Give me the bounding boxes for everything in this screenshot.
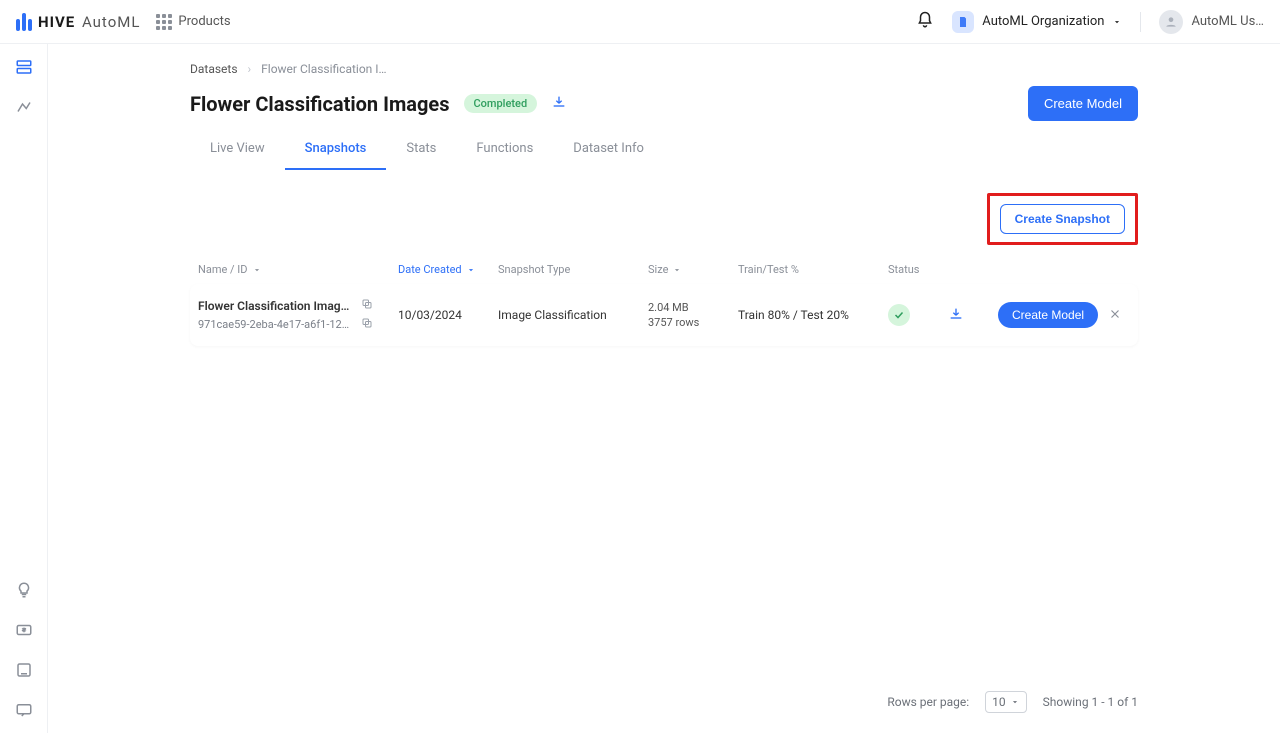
breadcrumb-root[interactable]: Datasets bbox=[190, 62, 238, 76]
snapshot-name: Flower Classification Images S… bbox=[198, 299, 353, 313]
avatar-icon bbox=[1159, 10, 1183, 34]
feedback-icon[interactable] bbox=[15, 701, 33, 719]
create-model-button[interactable]: Create Model bbox=[1028, 86, 1138, 121]
main: Datasets › Flower Classification I… Flow… bbox=[48, 44, 1280, 733]
rows-per-page-select[interactable]: 10 bbox=[985, 691, 1027, 713]
chevron-down-icon bbox=[672, 265, 682, 275]
cell-status bbox=[888, 304, 948, 326]
topbar-left: HIVE AutoML Products bbox=[16, 13, 231, 31]
page-title: Flower Classification Images bbox=[190, 92, 450, 116]
org-name: AutoML Organization bbox=[982, 14, 1104, 29]
cell-date: 10/03/2024 bbox=[398, 308, 498, 322]
chevron-down-icon bbox=[466, 265, 476, 275]
col-split[interactable]: Train/Test % bbox=[738, 263, 888, 276]
tab-dataset-info[interactable]: Dataset Info bbox=[553, 129, 664, 170]
chevron-right-icon: › bbox=[248, 62, 252, 76]
table-header: Name / ID Date Created Snapshot Type Siz… bbox=[190, 255, 1138, 284]
bell-icon[interactable] bbox=[916, 11, 934, 33]
docs-icon[interactable] bbox=[15, 661, 33, 679]
cell-type: Image Classification bbox=[498, 308, 648, 322]
datasets-icon[interactable] bbox=[15, 58, 33, 76]
title-row: Flower Classification Images Completed C… bbox=[190, 86, 1138, 121]
lightbulb-icon[interactable] bbox=[15, 581, 33, 599]
divider bbox=[1140, 12, 1141, 32]
snapshot-id: 971cae59-2eba-4e17-a6f1-12224ca4… bbox=[198, 318, 353, 331]
products-label: Products bbox=[178, 14, 230, 29]
chevron-down-icon bbox=[1010, 697, 1020, 707]
copy-icon[interactable] bbox=[361, 298, 373, 313]
chevron-down-icon bbox=[252, 265, 262, 275]
graph-icon[interactable] bbox=[15, 98, 33, 116]
pager: Rows per page: 10 Showing 1 - 1 of 1 bbox=[190, 661, 1138, 713]
breadcrumb: Datasets › Flower Classification I… bbox=[190, 62, 1138, 76]
row-download-button[interactable] bbox=[948, 306, 998, 325]
tabs: Live View Snapshots Stats Functions Data… bbox=[190, 129, 1138, 171]
actions-row: Create Snapshot bbox=[190, 193, 1138, 245]
table-row[interactable]: Flower Classification Images S… 971cae59… bbox=[190, 284, 1138, 346]
org-selector[interactable]: AutoML Organization bbox=[952, 11, 1122, 33]
tab-functions[interactable]: Functions bbox=[456, 129, 553, 170]
tab-stats[interactable]: Stats bbox=[386, 129, 456, 170]
check-icon bbox=[888, 304, 910, 326]
user-label: AutoML Us… bbox=[1191, 14, 1264, 29]
highlight-annotation: Create Snapshot bbox=[987, 193, 1138, 245]
col-name[interactable]: Name / ID bbox=[198, 263, 398, 276]
shell: Datasets › Flower Classification I… Flow… bbox=[0, 44, 1280, 733]
row-delete-button[interactable] bbox=[1108, 307, 1148, 324]
showing-text: Showing 1 - 1 of 1 bbox=[1043, 695, 1138, 709]
snapshots-table: Name / ID Date Created Snapshot Type Siz… bbox=[190, 255, 1138, 346]
col-type[interactable]: Snapshot Type bbox=[498, 263, 648, 276]
topbar: HIVE AutoML Products AutoML Organization bbox=[0, 0, 1280, 44]
status-badge: Completed bbox=[464, 94, 538, 113]
grid-icon bbox=[156, 14, 172, 30]
logo[interactable]: HIVE AutoML bbox=[16, 13, 140, 31]
logo-brand-text: HIVE AutoML bbox=[38, 13, 140, 31]
row-create-model-button[interactable]: Create Model bbox=[998, 302, 1098, 328]
sidebar bbox=[0, 44, 48, 733]
download-icon[interactable] bbox=[551, 94, 567, 114]
row-create-model[interactable]: Create Model bbox=[998, 302, 1108, 328]
cell-split: Train 80% / Test 20% bbox=[738, 308, 888, 322]
create-snapshot-button[interactable]: Create Snapshot bbox=[1000, 204, 1125, 234]
caret-down-icon bbox=[1112, 17, 1122, 27]
col-status: Status bbox=[888, 263, 948, 276]
logo-icon bbox=[16, 13, 32, 31]
org-badge-icon bbox=[952, 11, 974, 33]
col-size[interactable]: Size bbox=[648, 263, 738, 276]
sidebar-top bbox=[15, 58, 33, 116]
sidebar-bottom bbox=[15, 581, 33, 719]
copy-icon[interactable] bbox=[361, 317, 373, 332]
cell-name: Flower Classification Images S… 971cae59… bbox=[198, 298, 398, 332]
tab-live-view[interactable]: Live View bbox=[190, 129, 285, 170]
rows-per-page-label: Rows per page: bbox=[887, 695, 969, 709]
cell-size: 2.04 MB 3757 rows bbox=[648, 301, 738, 329]
billing-icon[interactable] bbox=[15, 621, 33, 639]
breadcrumb-current: Flower Classification I… bbox=[261, 62, 386, 76]
products-menu[interactable]: Products bbox=[156, 14, 230, 30]
col-date[interactable]: Date Created bbox=[398, 263, 498, 276]
tab-snapshots[interactable]: Snapshots bbox=[285, 129, 387, 170]
user-menu[interactable]: AutoML Us… bbox=[1159, 10, 1264, 34]
topbar-right: AutoML Organization AutoML Us… bbox=[916, 10, 1264, 34]
